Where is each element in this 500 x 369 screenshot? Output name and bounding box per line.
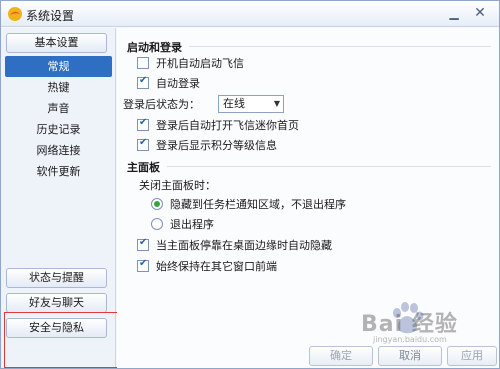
- auto-login-label: 自动登录: [156, 77, 200, 90]
- hide-to-tray-radio[interactable]: [151, 198, 163, 210]
- open-homepage-option[interactable]: 登录后自动打开飞信迷你首页: [137, 117, 299, 133]
- show-level-label: 登录后显示积分等级信息: [156, 139, 277, 152]
- hide-to-tray-option[interactable]: 隐藏到任务栏通知区域，不退出程序: [151, 196, 346, 212]
- login-status-value: 在线: [223, 97, 245, 110]
- fetion-logo-icon: [8, 7, 22, 21]
- apply-button[interactable]: 应用: [447, 346, 497, 366]
- category-status-alerts[interactable]: 状态与提醒: [6, 268, 107, 288]
- auto-hide-option[interactable]: 当主面板停靠在桌面边缘时自动隐藏: [137, 237, 332, 253]
- category-basic-settings[interactable]: 基本设置: [6, 33, 107, 53]
- always-on-top-option[interactable]: 始终保持在其它窗口前端: [137, 258, 277, 274]
- sidebar-item-general[interactable]: 常规: [5, 56, 112, 77]
- close-icon[interactable]: ✕: [469, 4, 491, 22]
- show-level-checkbox[interactable]: [137, 137, 149, 151]
- section-divider: [189, 46, 491, 47]
- login-status-label: 登录后状态为：: [123, 98, 200, 111]
- section-title-startup: 启动和登录: [127, 41, 182, 54]
- always-on-top-label: 始终保持在其它窗口前端: [156, 260, 277, 273]
- auto-hide-checkbox[interactable]: [137, 237, 149, 251]
- exit-program-label: 退出程序: [170, 218, 214, 231]
- sidebar-item-hotkeys[interactable]: 热键: [1, 77, 116, 98]
- sidebar-item-sound[interactable]: 声音: [1, 98, 116, 119]
- section-divider: [167, 166, 491, 167]
- sidebar-item-network[interactable]: 网络连接: [1, 140, 116, 161]
- watermark-text: Bai 经验: [361, 312, 458, 337]
- watermark-url: jingyan.baidu.com: [373, 335, 447, 344]
- settings-window: 系统设置 ▁ ✕ 基本设置 常规 热键 声音 历史记录 网络连接 软件更新 状态…: [0, 0, 500, 369]
- close-panel-label: 关闭主面板时：: [139, 179, 216, 192]
- auto-login-option[interactable]: 自动登录: [137, 75, 200, 91]
- exit-program-option[interactable]: 退出程序: [151, 216, 214, 232]
- sidebar-item-update[interactable]: 软件更新: [1, 161, 116, 182]
- title-bar: 系统设置 ▁ ✕: [1, 1, 499, 27]
- close-panel-row: 关闭主面板时：: [139, 177, 216, 193]
- section-title-main-panel: 主面板: [127, 161, 160, 174]
- minimize-icon[interactable]: ▁: [443, 4, 465, 22]
- always-on-top-checkbox[interactable]: [137, 258, 149, 272]
- open-homepage-checkbox[interactable]: [137, 117, 149, 131]
- login-status-row: 登录后状态为：: [123, 96, 200, 112]
- show-level-option[interactable]: 登录后显示积分等级信息: [137, 137, 277, 153]
- sidebar-item-history[interactable]: 历史记录: [1, 119, 116, 140]
- category-friends-chat[interactable]: 好友与聊天: [6, 293, 107, 313]
- basic-settings-list: 常规 热键 声音 历史记录 网络连接 软件更新: [1, 56, 116, 182]
- open-homepage-label: 登录后自动打开飞信迷你首页: [156, 119, 299, 132]
- ok-button[interactable]: 确定: [309, 346, 373, 366]
- cancel-button[interactable]: 取消: [378, 346, 442, 366]
- exit-program-radio[interactable]: [151, 218, 163, 230]
- auto-start-label: 开机自动启动飞信: [156, 57, 244, 70]
- window-title: 系统设置: [26, 9, 75, 23]
- chevron-down-icon: ▼: [273, 99, 280, 108]
- hide-to-tray-label: 隐藏到任务栏通知区域，不退出程序: [170, 198, 346, 211]
- login-status-select[interactable]: 在线 ▼: [218, 95, 284, 113]
- auto-start-checkbox[interactable]: [137, 57, 149, 69]
- auto-hide-label: 当主面板停靠在桌面边缘时自动隐藏: [156, 239, 332, 252]
- auto-login-checkbox[interactable]: [137, 75, 149, 89]
- auto-start-option[interactable]: 开机自动启动飞信: [137, 55, 244, 71]
